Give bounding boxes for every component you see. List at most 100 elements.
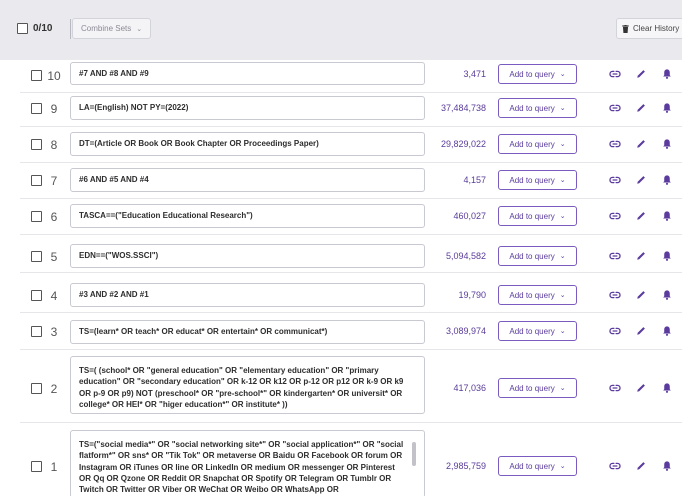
clear-history-button[interactable]: Clear History [616, 18, 682, 39]
bell-icon[interactable] [661, 382, 673, 394]
bell-icon[interactable] [661, 174, 673, 186]
results-count-link[interactable]: 4,157 [428, 175, 486, 185]
pencil-icon[interactable] [635, 460, 647, 472]
pencil-icon[interactable] [635, 68, 647, 80]
row-checkbox[interactable] [31, 383, 42, 394]
row-checkbox[interactable] [31, 211, 42, 222]
set-number: 7 [50, 174, 58, 188]
results-count-link[interactable]: 19,790 [428, 290, 486, 300]
add-to-query-label: Add to query [509, 290, 555, 300]
results-count-link[interactable]: 460,027 [428, 211, 486, 221]
pencil-icon[interactable] [635, 382, 647, 394]
toolbar-divider [70, 19, 71, 39]
link-icon[interactable] [609, 382, 621, 394]
results-count-link[interactable]: 2,985,759 [428, 461, 486, 471]
add-to-query-label: Add to query [509, 251, 555, 261]
chevron-down-icon: ⌄ [559, 385, 566, 392]
row-checkbox[interactable] [31, 461, 42, 472]
pencil-icon[interactable] [635, 210, 647, 222]
bell-icon[interactable] [661, 138, 673, 150]
history-row: 9 LA=(English) NOT PY=(2022) 37,484,738 … [0, 93, 682, 127]
add-to-query-button[interactable]: Add to query ⌄ [498, 378, 577, 398]
results-count-link[interactable]: 3,089,974 [428, 326, 486, 336]
add-to-query-button[interactable]: Add to query ⌄ [498, 456, 577, 476]
history-row: 3 TS=(learn* OR teach* OR educat* OR ent… [0, 313, 682, 350]
link-icon[interactable] [609, 289, 621, 301]
add-to-query-label: Add to query [509, 103, 555, 113]
bell-icon[interactable] [661, 102, 673, 114]
row-checkbox[interactable] [31, 103, 42, 114]
pencil-icon[interactable] [635, 289, 647, 301]
add-to-query-label: Add to query [509, 326, 555, 336]
link-icon[interactable] [609, 68, 621, 80]
pencil-icon[interactable] [635, 102, 647, 114]
add-to-query-label: Add to query [509, 175, 555, 185]
chevron-down-icon: ⌄ [559, 105, 566, 112]
query-text: EDN==("WOS.SSCI") [70, 244, 425, 268]
results-count-link[interactable]: 37,484,738 [428, 103, 486, 113]
pencil-icon[interactable] [635, 250, 647, 262]
history-toolbar: 0/10 Combine Sets ⌄ Clear History [0, 0, 682, 60]
pencil-icon[interactable] [635, 325, 647, 337]
chevron-down-icon: ⌄ [559, 141, 566, 148]
set-number: 3 [50, 325, 58, 339]
set-number: 2 [50, 382, 58, 396]
clear-history-label: Clear History [633, 24, 680, 33]
row-checkbox[interactable] [31, 70, 42, 81]
query-text: LA=(English) NOT PY=(2022) [70, 96, 425, 120]
add-to-query-button[interactable]: Add to query ⌄ [498, 285, 577, 305]
chevron-down-icon: ⌄ [559, 253, 566, 260]
history-row: 8 DT=(Article OR Book OR Book Chapter OR… [0, 127, 682, 163]
set-number: 9 [50, 102, 58, 116]
add-to-query-button[interactable]: Add to query ⌄ [498, 170, 577, 190]
link-icon[interactable] [609, 210, 621, 222]
row-checkbox[interactable] [31, 139, 42, 150]
row-checkbox[interactable] [31, 290, 42, 301]
add-to-query-label: Add to query [509, 461, 555, 471]
chevron-down-icon: ⌄ [559, 463, 566, 470]
link-icon[interactable] [609, 102, 621, 114]
query-text[interactable]: TS=("social media*" OR "social networkin… [70, 430, 425, 496]
bell-icon[interactable] [661, 289, 673, 301]
pencil-icon[interactable] [635, 174, 647, 186]
select-all-checkbox[interactable] [17, 23, 28, 34]
history-row: 6 TASCA==("Education Educational Researc… [0, 199, 682, 235]
pencil-icon[interactable] [635, 138, 647, 150]
add-to-query-label: Add to query [509, 211, 555, 221]
bell-icon[interactable] [661, 250, 673, 262]
add-to-query-label: Add to query [509, 139, 555, 149]
set-number: 4 [50, 289, 58, 303]
link-icon[interactable] [609, 250, 621, 262]
bell-icon[interactable] [661, 325, 673, 337]
bell-icon[interactable] [661, 460, 673, 472]
bell-icon[interactable] [661, 210, 673, 222]
combine-sets-button[interactable]: Combine Sets ⌄ [72, 18, 152, 39]
results-count-link[interactable]: 29,829,022 [428, 139, 486, 149]
add-to-query-button[interactable]: Add to query ⌄ [498, 321, 577, 341]
results-count-link[interactable]: 5,094,582 [428, 251, 486, 261]
results-count-link[interactable]: 417,036 [428, 383, 486, 393]
query-text: TASCA==("Education Educational Research"… [70, 204, 425, 228]
add-to-query-button[interactable]: Add to query ⌄ [498, 134, 577, 154]
chevron-down-icon: ⌄ [136, 25, 143, 33]
link-icon[interactable] [609, 138, 621, 150]
row-checkbox[interactable] [31, 175, 42, 186]
history-row: 4 #3 AND #2 AND #1 19,790 Add to query ⌄ [0, 273, 682, 313]
link-icon[interactable] [609, 325, 621, 337]
add-to-query-label: Add to query [509, 69, 555, 79]
selected-count: 0/10 [33, 23, 53, 34]
add-to-query-button[interactable]: Add to query ⌄ [498, 64, 577, 84]
query-scrollbar[interactable] [412, 442, 416, 466]
row-checkbox[interactable] [31, 251, 42, 262]
add-to-query-button[interactable]: Add to query ⌄ [498, 246, 577, 266]
bell-icon[interactable] [661, 68, 673, 80]
row-checkbox[interactable] [31, 326, 42, 337]
set-number: 1 [50, 460, 58, 474]
link-icon[interactable] [609, 460, 621, 472]
add-to-query-button[interactable]: Add to query ⌄ [498, 206, 577, 226]
history-row: 1 TS=("social media*" OR "social network… [0, 423, 682, 496]
add-to-query-button[interactable]: Add to query ⌄ [498, 98, 577, 118]
results-count-link[interactable]: 3,471 [428, 69, 486, 79]
set-number: 8 [50, 138, 58, 152]
link-icon[interactable] [609, 174, 621, 186]
